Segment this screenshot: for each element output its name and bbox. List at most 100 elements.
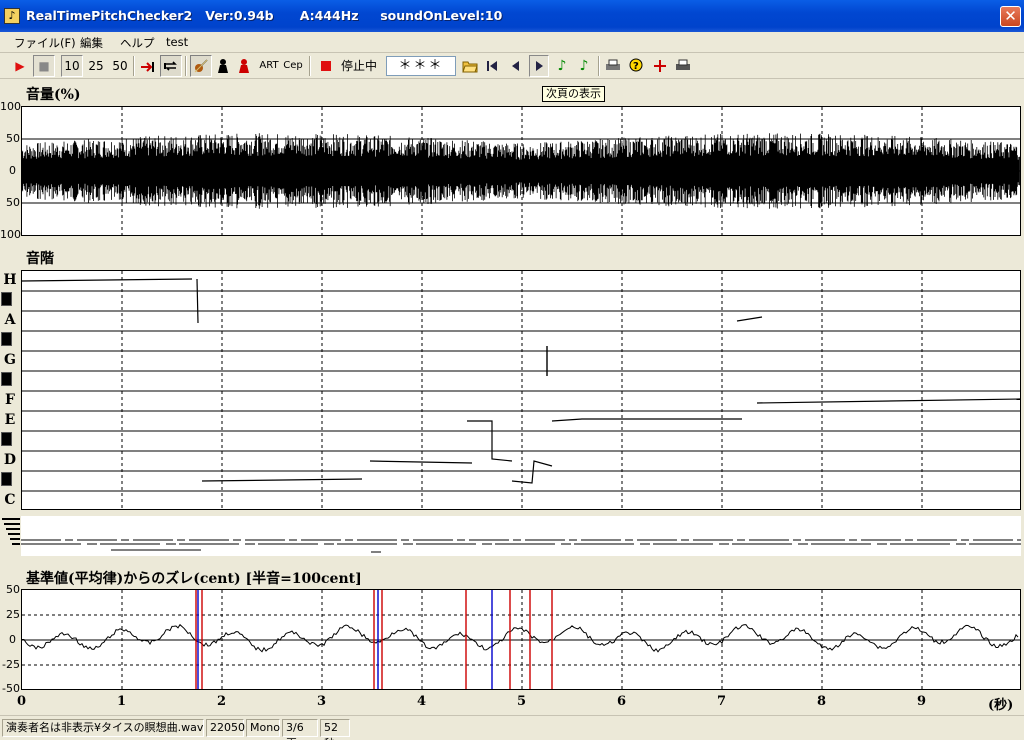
printer-setup-icon[interactable] (673, 55, 693, 77)
prev-page-icon[interactable] (506, 55, 526, 77)
x-unit-label: (秒) (988, 698, 1014, 713)
pitch-segment (736, 316, 763, 322)
scale-plot[interactable] (21, 270, 1021, 510)
toolbar-separator (598, 56, 600, 76)
speed-10-button[interactable]: 10 (61, 55, 83, 77)
art-button[interactable]: ART (258, 55, 280, 77)
x-tick-label: 1 (117, 694, 127, 709)
black-key (1, 432, 12, 446)
overview-dots-icon (2, 518, 20, 545)
note-key-h: H (3, 272, 17, 288)
deviation-path (22, 623, 1019, 653)
pitch-segment (21, 278, 193, 282)
volume-y-label: 100 (0, 100, 21, 113)
black-key (1, 292, 12, 306)
status-bar: 演奏者名は非表示¥タイスの瞑想曲.wav 22050 Mono 3/6頁 52秒 (0, 715, 1024, 740)
pitch-trace (21, 271, 1021, 509)
menu-file[interactable]: ファイル(F) (14, 35, 76, 51)
pitch-segment (369, 460, 473, 464)
note-green-alt-icon[interactable]: ♪ (575, 55, 593, 77)
x-tick-label: 6 (617, 694, 627, 709)
x-tick-label: 9 (917, 694, 927, 709)
black-key (1, 472, 12, 486)
status-file: 演奏者名は非表示¥タイスの瞑想曲.wav (2, 719, 204, 737)
overview-trace (21, 539, 1021, 553)
status-text: 停止中 (340, 59, 377, 73)
volume-y-label: 50 (6, 196, 20, 209)
toolbar-separator (133, 56, 135, 76)
note-key-a: A (4, 312, 16, 328)
volume-plot[interactable] (21, 106, 1021, 236)
deviation-plot[interactable] (21, 589, 1021, 690)
volume-waveform (21, 107, 1020, 235)
singer-icon[interactable] (235, 55, 253, 77)
speed-50-button[interactable]: 50 (109, 55, 131, 77)
open-folder-icon[interactable] (460, 55, 480, 77)
close-button[interactable]: ✕ (1000, 6, 1021, 27)
volume-y-label: 0 (9, 164, 16, 177)
deviation-y-label: 0 (9, 633, 16, 646)
x-tick-label: 5 (517, 694, 527, 709)
volume-panel-title: 音量(%) (26, 87, 81, 103)
record-stop-icon[interactable] (317, 55, 335, 77)
pitch-segment (196, 278, 199, 324)
toolbar-separator (309, 56, 311, 76)
pitch-segment (756, 398, 1021, 404)
status-channels: Mono (246, 719, 280, 737)
note-key-d: D (3, 452, 17, 468)
overview-strip[interactable] (21, 516, 1021, 556)
marker-icon[interactable] (650, 55, 670, 77)
black-key (1, 332, 12, 346)
note-green-icon[interactable]: ♪ (553, 55, 571, 77)
x-tick-label: 3 (317, 694, 327, 709)
volume-waveform-path (21, 133, 1020, 209)
x-tick-label: 8 (817, 694, 827, 709)
black-key (1, 372, 12, 386)
stop-button[interactable]: ■ (33, 55, 55, 77)
deviation-y-label: 25 (6, 608, 20, 621)
player-icon[interactable] (214, 55, 232, 77)
speed-25-button[interactable]: 25 (85, 55, 107, 77)
status-page: 3/6頁 (282, 719, 318, 740)
help-icon[interactable]: ? (626, 55, 646, 77)
pitch-segment (201, 478, 363, 482)
loop-icon[interactable] (160, 55, 182, 77)
menu-help[interactable]: ヘルプ (120, 35, 155, 51)
violin-icon[interactable] (190, 55, 212, 77)
note-key-c: C (4, 492, 16, 508)
toolbar: ▶ ■ 10 25 50 ART Cep 停止中 ＊＊＊ ♪ ♪ ? (0, 53, 1024, 79)
svg-text:?: ? (633, 61, 639, 72)
status-rate: 22050 (206, 719, 245, 737)
first-page-icon[interactable] (482, 55, 502, 77)
play-button[interactable]: ▶ (10, 55, 30, 77)
cep-button[interactable]: Cep (282, 55, 304, 77)
tooltip: 次頁の表示 (542, 86, 605, 102)
x-tick-label: 0 (17, 694, 27, 709)
volume-y-label: 50 (6, 132, 20, 145)
deviation-y-label: 50 (6, 583, 20, 596)
x-tick-label: 4 (417, 694, 427, 709)
menu-bar: ファイル(F) 編集 ヘルプ test (0, 32, 1024, 53)
note-key-e: E (4, 412, 16, 428)
app-icon: ♪ (4, 8, 20, 24)
x-tick-label: 2 (217, 694, 227, 709)
toolbar-separator (185, 56, 187, 76)
title-bar: ♪ RealTimePitchChecker2 Ver:0.94b A:444H… (0, 0, 1024, 32)
volume-y-label: 100 (0, 228, 21, 241)
note-key-g: G (4, 352, 16, 368)
status-duration: 52秒 (320, 719, 350, 740)
note-display: ＊＊＊ (386, 56, 456, 76)
window-title: RealTimePitchChecker2 Ver:0.94b A:444Hz … (26, 8, 503, 23)
deviation-panel-title: 基準値(平均律)からのズレ(cent) [半音=100cent] (26, 571, 362, 587)
next-page-icon[interactable] (529, 55, 549, 77)
pitch-segment (551, 418, 742, 422)
note-key-f: F (5, 392, 15, 408)
pitch-segment (467, 420, 513, 462)
skip-to-end-icon[interactable] (138, 55, 158, 77)
print-icon[interactable] (603, 55, 623, 77)
menu-test[interactable]: test (166, 35, 188, 49)
pitch-segment (511, 460, 553, 484)
deviation-trace (22, 590, 1020, 689)
scale-panel-title: 音階 (26, 251, 54, 267)
menu-edit[interactable]: 編集 (80, 35, 103, 51)
